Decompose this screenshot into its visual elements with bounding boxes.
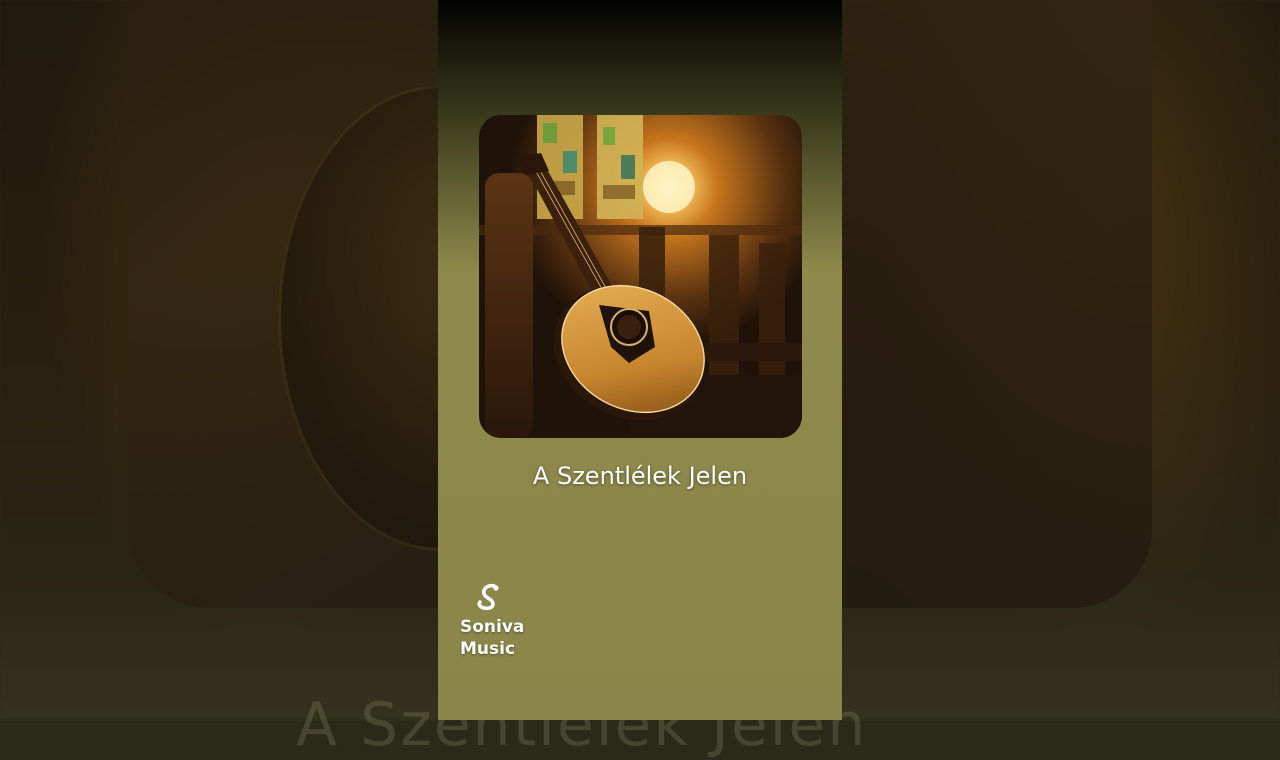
channel-name-line2: Music bbox=[460, 639, 516, 659]
guitar-in-church-artwork bbox=[479, 115, 802, 438]
channel-name-line1: Soniva bbox=[460, 617, 525, 637]
video-title: A Szentlélek Jelen bbox=[532, 462, 748, 490]
video-frame[interactable]: A Szentlélek Jelen Soniva Music bbox=[438, 0, 842, 720]
album-artwork bbox=[479, 115, 802, 438]
soniva-s-logo-icon bbox=[477, 583, 499, 611]
channel-watermark[interactable]: Soniva Music bbox=[460, 580, 540, 660]
